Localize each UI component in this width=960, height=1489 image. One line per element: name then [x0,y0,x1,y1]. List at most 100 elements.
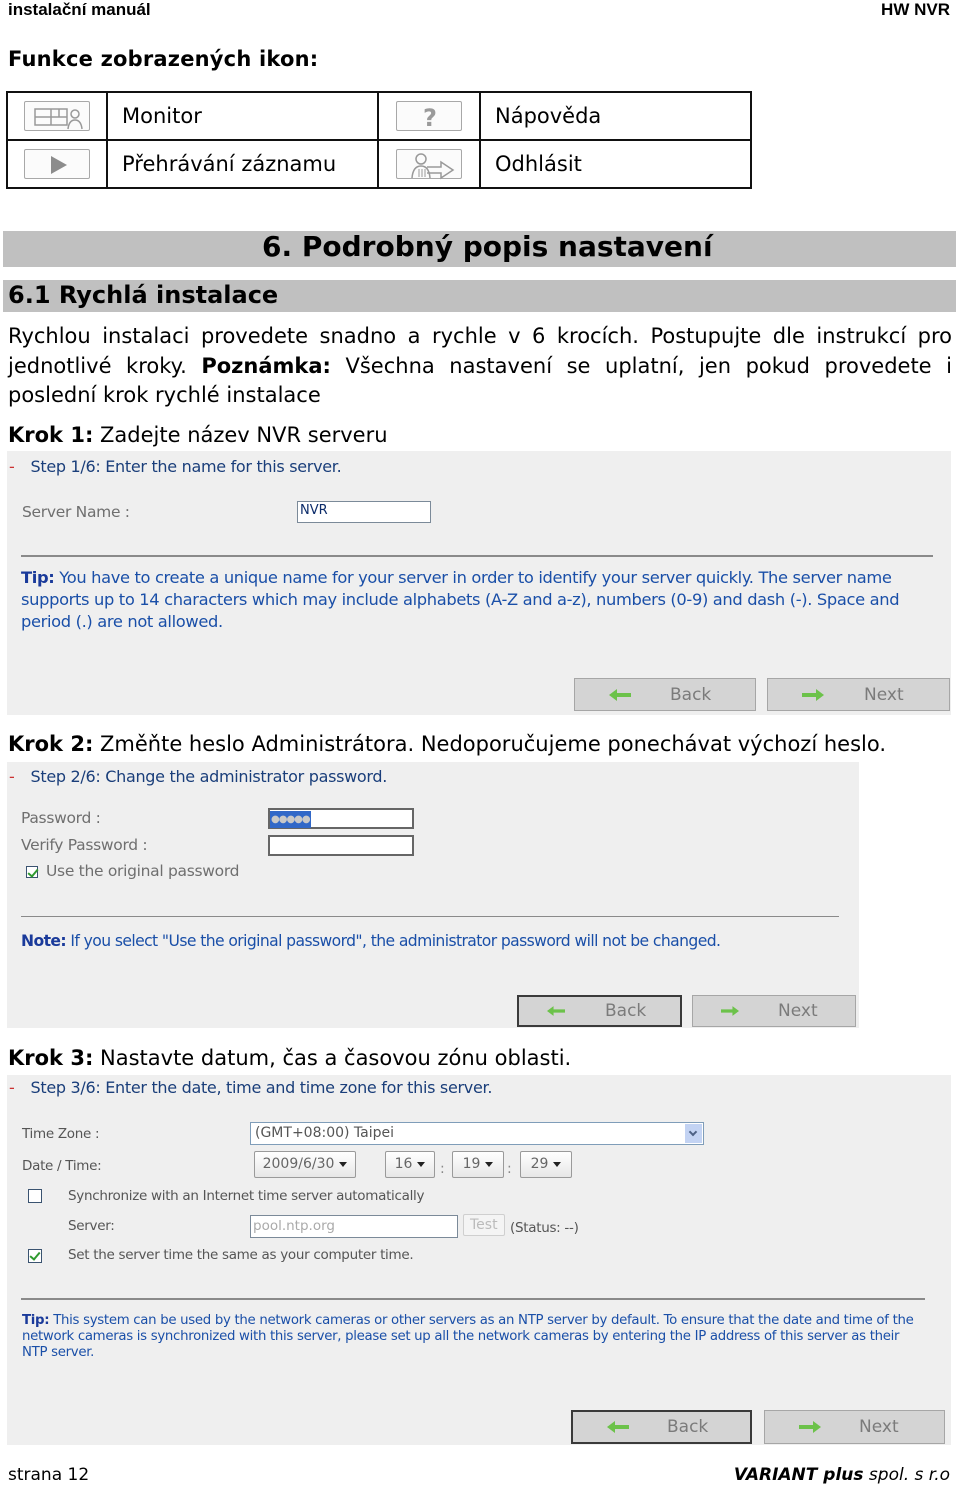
collapse-dash-icon[interactable]: - [9,1078,15,1097]
second-value: 29 [530,1156,549,1172]
divider [21,916,839,917]
back-button-label: Back [670,684,712,705]
back-button[interactable]: Back [571,1410,752,1444]
step-1-label: Krok 1: [8,423,94,447]
back-button-label: Back [667,1417,709,1437]
step-3-panel-title: - Step 3/6: Enter the date, time and time… [9,1078,492,1097]
next-button[interactable]: Next [764,1410,945,1444]
icons-table: Monitor ? Nápověda Přehrávání záznamu Od… [6,91,752,189]
hour-select[interactable]: 16 [385,1151,435,1178]
note-text: If you select "Use the original password… [66,932,721,950]
icon-label-playback: Přehrávání záznamu [106,139,379,189]
company-name-rest: spol. s r.o [863,1465,950,1485]
time-separator: : [507,1161,512,1177]
step-2-note: Note: If you select "Use the original pa… [21,930,841,952]
time-zone-label: Time Zone : [22,1126,100,1142]
monitor-icon [24,101,90,131]
company-name: VARIANT plus spol. s r.o [734,1465,950,1485]
hour-value: 16 [394,1156,413,1172]
minute-value: 19 [462,1156,481,1172]
sync-internet-time-checkbox[interactable] [28,1189,42,1203]
icon-cell: ? [377,91,481,141]
chapter-title: 6. Podrobný popis nastavení [262,230,713,263]
step-3-title-text: Step 3/6: Enter the date, time and time … [30,1078,493,1097]
play-icon [24,149,90,179]
step-1-title-text: Step 1/6: Enter the name for this server… [30,457,342,476]
second-select[interactable]: 29 [520,1151,572,1178]
chevron-down-icon[interactable] [685,1124,702,1143]
step-3-tip: Tip: This system can be used by the netw… [22,1313,922,1361]
tip-label: Tip: [21,568,55,587]
icons-table-row: Přehrávání záznamu Odhlásit [6,139,752,189]
note-label: Poznámka: [201,353,331,378]
next-button-label: Next [859,1417,899,1437]
document-header-product: HW NVR [881,0,950,19]
arrow-right-icon [721,1006,739,1016]
time-zone-select[interactable]: (GMT+08:00) Taipei [250,1122,704,1145]
use-original-password-checkbox[interactable] [26,866,38,878]
caret-down-icon [339,1161,348,1167]
same-as-computer-time-label: Set the server time the same as your com… [68,1247,414,1263]
date-value: 2009/6/30 [262,1156,335,1172]
tip-label: Tip: [22,1313,50,1328]
sync-internet-time-label: Synchronize with an Internet time server… [68,1188,425,1204]
date-time-label: Date / Time: [22,1158,102,1174]
step-3-label: Krok 3: [8,1046,94,1070]
step-3-heading: Krok 3: Nastavte datum, čas a časovou zó… [8,1046,571,1070]
next-button-label: Next [864,684,904,705]
document-header-title: instalační manuál [8,0,151,19]
collapse-dash-icon[interactable]: - [9,457,15,476]
arrow-left-icon [547,1006,565,1016]
step-1-panel-title: - Step 1/6: Enter the name for this serve… [9,457,342,476]
back-button-label: Back [605,1001,647,1021]
caret-down-icon [417,1161,426,1167]
step-1-panel: - Step 1/6: Enter the name for this serve… [7,451,951,715]
minute-select[interactable]: 19 [452,1151,504,1178]
arrow-right-icon [802,688,824,701]
back-button[interactable]: Back [574,678,756,711]
step-2-label: Krok 2: [8,732,94,756]
company-name-bold: VARIANT plus [733,1465,864,1485]
tip-text: You have to create a unique name for you… [21,568,900,631]
icon-cell [6,91,108,141]
arrow-left-icon [609,688,631,701]
collapse-dash-icon[interactable]: - [9,767,15,786]
step-3-text: Nastavte datum, čas a časovou zónu oblas… [93,1046,572,1070]
step-2-text: Změňte heslo Administrátora. Nedoporučuj… [93,732,887,756]
date-select[interactable]: 2009/6/30 [254,1151,356,1178]
password-input[interactable]: ●●●●● [268,808,414,829]
step-2-panel-title: - Step 2/6: Change the administrator pass… [9,767,387,786]
step-2-title-text: Step 2/6: Change the administrator passw… [30,767,388,786]
same-as-computer-time-checkbox[interactable] [28,1249,42,1263]
use-original-password-label: Use the original password [46,862,240,880]
svg-text:?: ? [423,104,437,132]
tip-text: This system can be used by the network c… [22,1313,914,1360]
caret-down-icon [553,1161,562,1167]
step-1-text: Zadejte název NVR serveru [93,423,388,447]
time-zone-value: (GMT+08:00) Taipei [255,1125,395,1141]
step-2-panel: - Step 2/6: Change the administrator pass… [7,762,859,1028]
next-button[interactable]: Next [692,995,856,1027]
divider [21,1298,925,1300]
step-2-heading: Krok 2: Změňte heslo Administrátora. Ned… [8,732,886,756]
logout-icon [396,149,462,180]
next-button-label: Next [778,1001,818,1021]
back-button[interactable]: Back [517,995,682,1027]
server-name-input[interactable]: NVR [297,501,431,523]
section-title: 6.1 Rychlá instalace [8,281,279,309]
password-value: ●●●●● [270,811,311,828]
ntp-server-label: Server: [68,1218,115,1234]
step-3-panel: - Step 3/6: Enter the date, time and time… [7,1075,951,1445]
arrow-left-icon [607,1421,629,1433]
verify-password-input[interactable] [268,835,414,856]
icon-label-logout: Odhlásit [479,139,752,189]
help-icon: ? [396,101,462,132]
verify-password-label: Verify Password : [21,836,148,854]
next-button[interactable]: Next [767,678,950,711]
caret-down-icon [485,1161,494,1167]
step-1-tip: Tip: You have to create a unique name fo… [21,567,936,633]
password-label: Password : [21,809,101,827]
icon-label-monitor: Monitor [106,91,379,141]
ntp-server-input[interactable]: pool.ntp.org [250,1215,458,1238]
test-button[interactable]: Test [463,1214,505,1236]
